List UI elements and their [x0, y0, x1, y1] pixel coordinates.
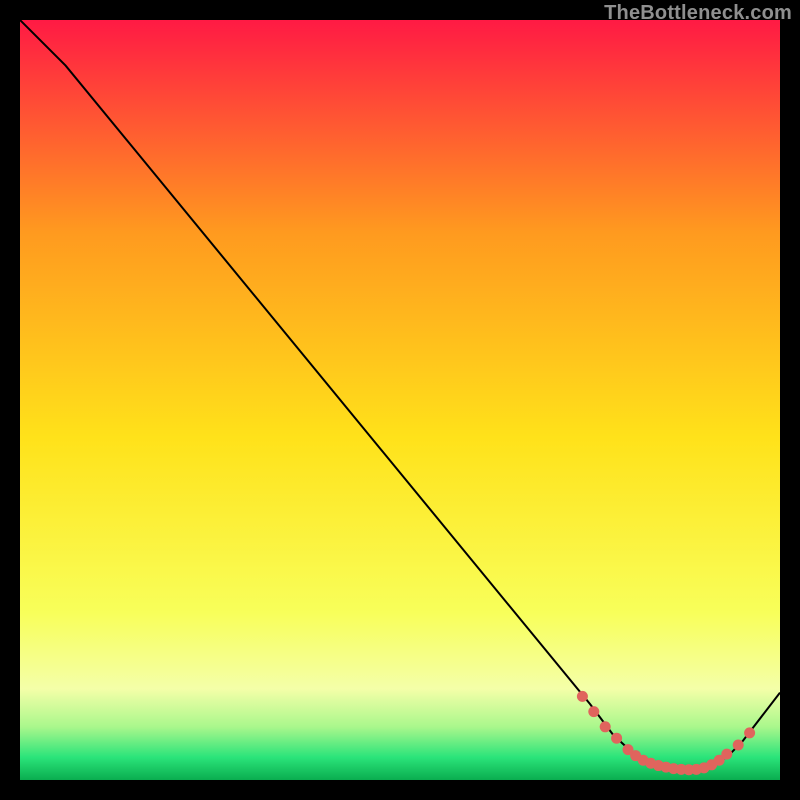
- chart-stage: { "watermark": "TheBottleneck.com", "col…: [0, 0, 800, 800]
- highlight-dot: [733, 740, 744, 751]
- bottleneck-chart: [20, 20, 780, 780]
- highlight-dot: [600, 721, 611, 732]
- chart-background: [20, 20, 780, 780]
- highlight-dot: [721, 749, 732, 760]
- highlight-dot: [588, 706, 599, 717]
- highlight-dot: [744, 727, 755, 738]
- highlight-dot: [577, 691, 588, 702]
- highlight-dot: [611, 733, 622, 744]
